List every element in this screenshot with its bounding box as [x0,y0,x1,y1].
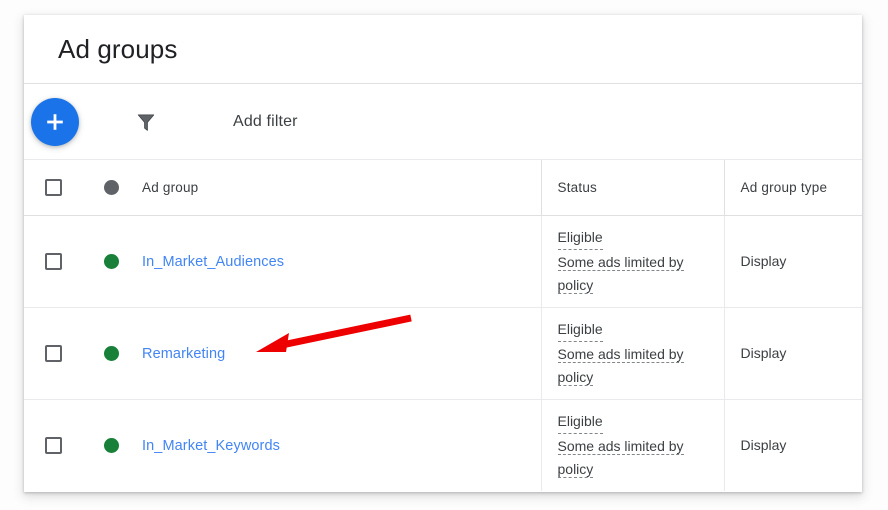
plus-icon [44,111,66,133]
status-secondary-wrapper: Some ads limited by policy [557,251,716,297]
row-status-dot-wrapper [82,437,140,453]
row-checkbox[interactable] [44,344,62,362]
row-select-cell [24,307,82,400]
row-checkbox-wrapper [24,252,82,270]
row-type-cell: Display [723,307,862,400]
page-title: Ad groups [58,34,178,64]
funnel-filter-icon [135,111,157,133]
status-secondary-text[interactable]: Some ads limited by policy [557,253,684,294]
row-status-dot-wrapper [82,253,140,269]
row-name-cell: Remarketing [140,307,541,400]
select-all-wrapper [24,178,82,196]
status-primary-wrapper: Eligible [557,226,716,250]
row-type-cell: Display [723,215,862,308]
row-checkbox[interactable] [44,252,62,270]
title-bar: Ad groups [24,15,862,84]
status-dot-icon [103,437,119,453]
status-dot-header-cell [82,160,140,216]
column-header-ad-group-type[interactable]: Ad group type [723,160,862,216]
row-checkbox-wrapper [24,436,82,454]
status-dot-header-wrapper [82,179,140,195]
status-primary-wrapper: Eligible [557,318,716,342]
table-row[interactable]: In_Market_Audiences Eligible Some ads li… [24,215,862,308]
column-header-ad-group[interactable]: Ad group [140,160,541,216]
table-body: In_Market_Audiences Eligible Some ads li… [24,215,862,491]
row-status-dot-wrapper [82,345,140,361]
status-dot-icon [103,253,119,269]
row-checkbox[interactable] [44,436,62,454]
column-header-status[interactable]: Status [540,160,724,216]
ad-group-type-text: Display [740,345,787,361]
ad-groups-table: Ad group Status Ad group type In_Market_… [24,160,862,491]
ad-group-type-text: Display [740,437,787,454]
table-row[interactable]: Remarketing Eligible Some ads limited by… [24,307,862,400]
status-secondary-text[interactable]: Some ads limited by policy [557,345,684,386]
row-status-cell: Eligible Some ads limited by policy [540,307,724,400]
row-status-dot-cell [82,215,140,308]
select-all-checkbox[interactable] [44,178,62,196]
toolbar: Add filter [24,84,862,160]
status-text-stack: Eligible Some ads limited by policy [557,226,724,297]
row-name-cell: In_Market_Audiences [140,215,541,308]
row-select-cell [24,399,82,491]
table-row[interactable]: In_Market_Keywords Eligible Some ads lim… [24,399,862,491]
row-checkbox-wrapper [24,344,82,362]
ad-group-type-text: Display [740,253,787,269]
status-primary-wrapper: Eligible [557,410,716,434]
row-name-cell: In_Market_Keywords [140,399,541,491]
status-secondary-wrapper: Some ads limited by policy [557,435,716,481]
row-status-cell: Eligible Some ads limited by policy [540,215,724,308]
ad-group-link[interactable]: In_Market_Keywords [142,438,280,454]
status-secondary-text[interactable]: Some ads limited by policy [557,437,684,478]
row-status-dot-cell [82,399,140,491]
table-header: Ad group Status Ad group type [24,160,862,216]
row-status-cell: Eligible Some ads limited by policy [540,399,724,491]
status-text-stack: Eligible Some ads limited by policy [557,318,724,389]
status-primary-text[interactable]: Eligible [557,410,603,434]
table-header-row: Ad group Status Ad group type [24,160,862,216]
filter-button[interactable] [130,106,162,138]
status-secondary-wrapper: Some ads limited by policy [557,343,716,389]
status-primary-text[interactable]: Eligible [557,226,603,250]
status-text-stack: Eligible Some ads limited by policy [557,410,724,481]
add-filter-button[interactable]: Add filter [233,84,298,160]
status-dot-icon [103,345,119,361]
ad-group-link[interactable]: Remarketing [142,346,225,362]
status-primary-text[interactable]: Eligible [557,318,603,342]
status-dot-header-icon [103,179,119,195]
row-type-cell: Display [723,399,862,491]
ad-groups-card: Ad groups Add filter Ad group Status Ad … [24,15,862,492]
ad-groups-table-container: Ad group Status Ad group type In_Market_… [24,160,862,492]
row-select-cell [24,215,82,308]
select-all-header-cell [24,160,82,216]
add-ad-group-button[interactable] [31,98,79,146]
row-status-dot-cell [82,307,140,400]
ad-group-link[interactable]: In_Market_Audiences [142,254,284,270]
